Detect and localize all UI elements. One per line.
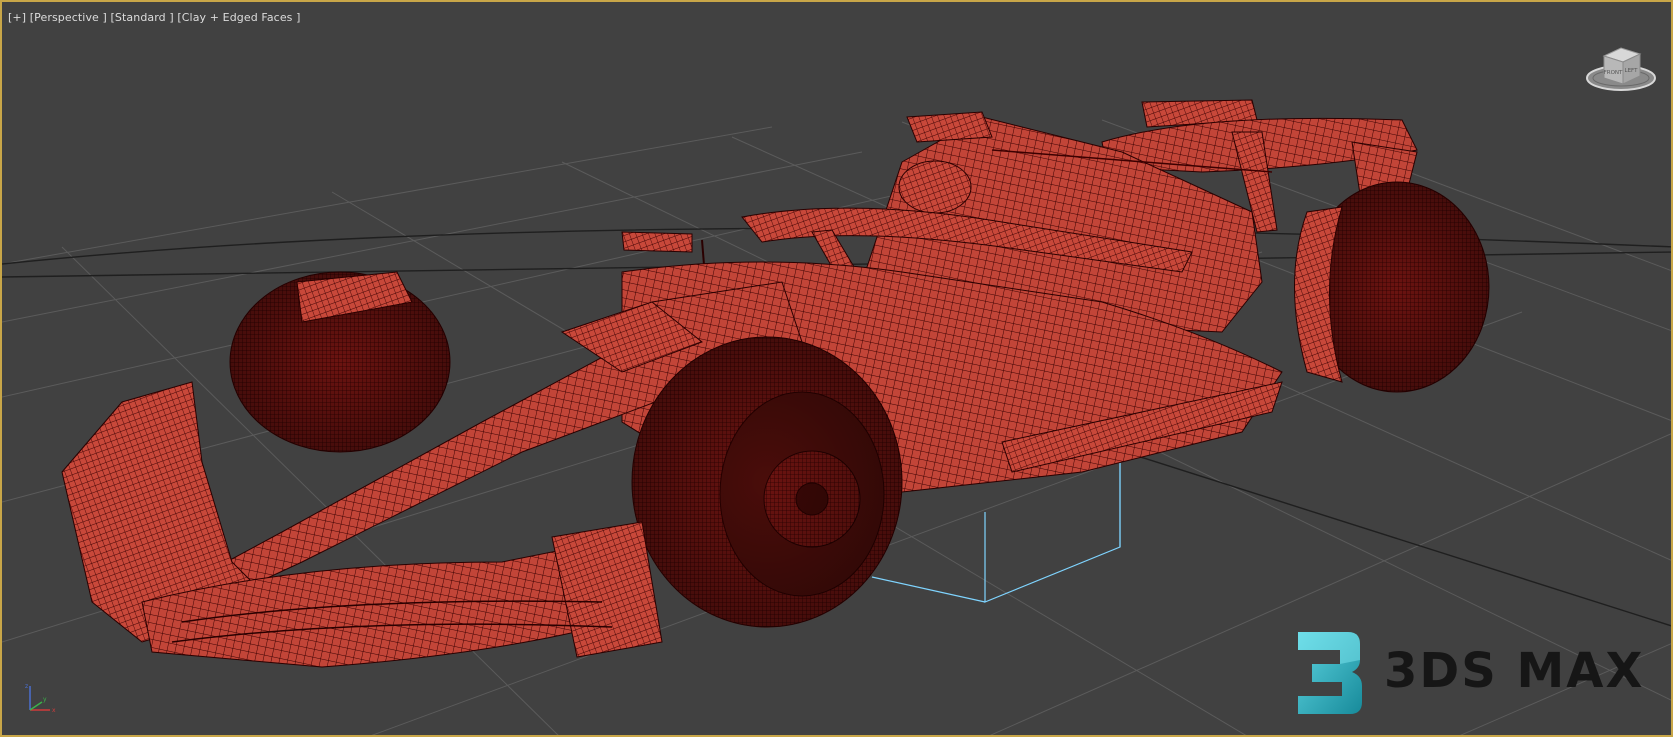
- front-left-tyre: [229, 271, 451, 453]
- viewport-point-of-view-menu[interactable]: [Perspective ]: [30, 11, 107, 24]
- viewport-shading-quality-menu[interactable]: [Standard ]: [111, 11, 174, 24]
- viewport-label-bar: [+] [Perspective ] [Standard ] [Clay + E…: [8, 11, 301, 24]
- viewcube-face-front[interactable]: FRONT: [1604, 70, 1623, 76]
- viewport-menu-plus[interactable]: [+]: [8, 11, 26, 24]
- rear-right-tyre: [1294, 181, 1490, 393]
- axis-x-label: x: [52, 707, 56, 714]
- perspective-viewport[interactable]: [+] [Perspective ] [Standard ] [Clay + E…: [0, 0, 1673, 737]
- 3ds-max-logo-text: 3DS MAX: [1384, 643, 1645, 699]
- axis-y-label: y: [43, 696, 47, 703]
- viewport-visual-style-menu[interactable]: [Clay + Edged Faces ]: [177, 11, 300, 24]
- axis-z-label: z: [25, 683, 28, 690]
- axis-tripod-icon: z x y: [25, 683, 56, 714]
- viewcube-icon[interactable]: FRONT LEFT: [1576, 42, 1666, 98]
- 3ds-max-branding: 3DS MAX: [1288, 622, 1668, 722]
- 3ds-max-logo-icon: [1298, 632, 1362, 714]
- viewcube-face-left[interactable]: LEFT: [1625, 68, 1639, 74]
- front-right-tyre: [631, 336, 903, 628]
